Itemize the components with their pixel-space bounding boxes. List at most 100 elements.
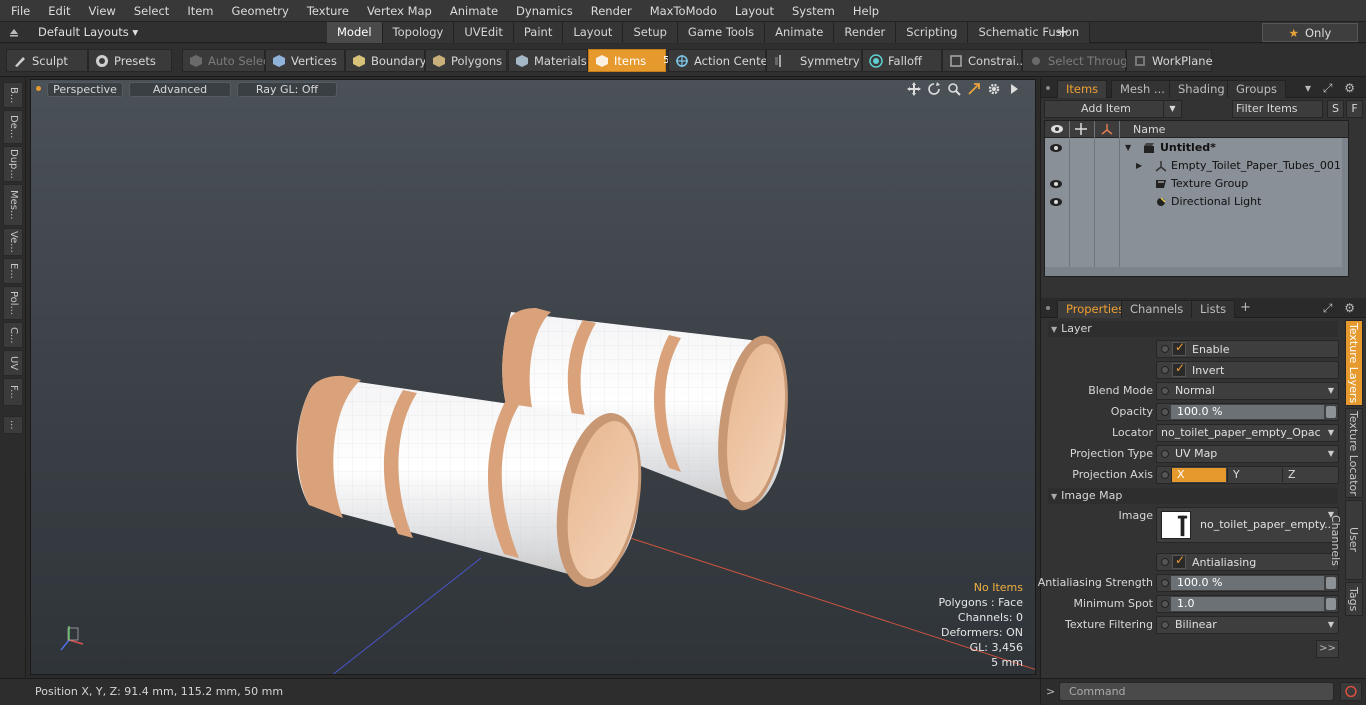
tab-items[interactable]: Items [1057, 80, 1108, 98]
left-tab-duplicate[interactable]: Dup... [3, 146, 23, 182]
3d-viewport[interactable]: Perspective Advanced Ray GL: Off No Item… [30, 79, 1036, 675]
add-item-button[interactable]: Add Item [1044, 100, 1182, 118]
more-options-button[interactable]: >> [1316, 640, 1339, 658]
symmetry-button[interactable]: Symmetry [766, 49, 862, 72]
tab-schematic-fusion[interactable]: Schematic Fusion [968, 22, 1091, 43]
image-select[interactable]: no_toilet_paper_empty... ▼ [1156, 507, 1339, 543]
left-tab-vertex[interactable]: Ve... [3, 228, 23, 256]
left-tab-fusion[interactable]: F... [3, 378, 23, 406]
slider-arrows-icon[interactable] [1326, 598, 1336, 610]
enable-checkbox[interactable]: ✓ [1172, 340, 1186, 356]
channel-dot[interactable] [1161, 600, 1169, 608]
aa-strength-slider[interactable]: 100.0 % [1156, 574, 1339, 592]
side-tab-texture-locator[interactable]: Texture Locator [1345, 408, 1363, 498]
side-tab-user-channels[interactable]: User Channels [1329, 500, 1363, 580]
filter-f-button[interactable]: F [1346, 100, 1363, 118]
vertices-button[interactable]: Vertices 1 [265, 49, 352, 72]
minimum-spot-slider[interactable]: 1.0 [1156, 595, 1339, 613]
antialiasing-checkbox[interactable]: ✓ [1172, 553, 1186, 569]
left-tab-uv[interactable]: UV [3, 350, 23, 376]
tab-shading[interactable]: Shading [1169, 80, 1234, 98]
channel-dot[interactable] [1161, 366, 1169, 374]
expand-right-icon[interactable]: ▶ [1136, 157, 1142, 175]
add-item-dropdown[interactable]: ▼ [1163, 100, 1182, 118]
tab-mesh[interactable]: Mesh ... [1111, 80, 1174, 98]
left-tab-more[interactable]: ... [3, 416, 23, 434]
locator-select[interactable]: no_toilet_paper_empty_Opacit ... ▼ [1156, 424, 1339, 442]
menu-file[interactable]: File [0, 0, 39, 22]
add-layout-tab-button[interactable]: + [1056, 22, 1069, 42]
left-tab-polygon[interactable]: Pol... [3, 286, 23, 320]
menu-help[interactable]: Help [844, 0, 888, 22]
channel-dot[interactable] [1161, 345, 1169, 353]
channel-dot[interactable] [1161, 579, 1169, 587]
item-list-vscroll[interactable] [1342, 138, 1348, 276]
image-map-section-header[interactable]: ▼ Image Map [1048, 488, 1338, 504]
projection-type-select[interactable]: UV Map ▼ [1156, 445, 1339, 463]
name-column-header[interactable]: Name [1133, 123, 1165, 136]
axis-y-button[interactable]: Y [1227, 468, 1282, 482]
slider-arrows-icon[interactable] [1326, 406, 1336, 418]
menu-layout[interactable]: Layout [726, 0, 783, 22]
tab-render[interactable]: Render [834, 22, 897, 43]
axis-x-button[interactable]: X [1171, 468, 1226, 482]
slider-arrows-icon[interactable] [1326, 577, 1336, 589]
menu-dynamics[interactable]: Dynamics [507, 0, 582, 22]
menu-view[interactable]: View [80, 0, 125, 22]
side-tab-tags[interactable]: Tags [1345, 582, 1363, 616]
item-row-mesh[interactable]: ▶ Empty_Toilet_Paper_Tubes_001 [1045, 157, 1348, 175]
menu-vertex-map[interactable]: Vertex Map [358, 0, 441, 22]
menu-maxtomodo[interactable]: MaxToModo [641, 0, 726, 22]
panel-menu-dot[interactable] [1046, 306, 1050, 310]
opacity-slider[interactable]: 100.0 % [1156, 403, 1339, 421]
menu-animate[interactable]: Animate [441, 0, 507, 22]
command-input[interactable]: Command [1059, 682, 1334, 701]
viewport-play-icon[interactable] [1007, 82, 1021, 96]
polygons-button[interactable]: Polygons [425, 49, 507, 72]
item-row-directional-light[interactable]: Directional Light [1045, 193, 1348, 211]
tab-lists[interactable]: Lists [1191, 300, 1236, 318]
raygl-button[interactable]: Ray GL: Off [237, 82, 337, 97]
tab-setup[interactable]: Setup [623, 22, 678, 43]
add-panel-tab-button[interactable]: + [1240, 300, 1251, 315]
presets-button[interactable]: Presets [88, 49, 172, 72]
select-through-button[interactable]: Select Through [1022, 49, 1135, 72]
view-mode-button[interactable]: Perspective [47, 82, 123, 97]
viewport-gear-icon[interactable] [987, 82, 1001, 96]
zoom-view-icon[interactable] [947, 82, 961, 96]
default-layouts-dropdown[interactable]: Default Layouts ▾ [38, 22, 138, 43]
channel-dot[interactable] [1161, 387, 1169, 395]
menu-texture[interactable]: Texture [298, 0, 358, 22]
visibility-eye-icon[interactable] [1049, 195, 1063, 209]
menu-select[interactable]: Select [125, 0, 178, 22]
command-history-icon[interactable]: > [1046, 685, 1055, 698]
move-view-icon[interactable] [907, 82, 921, 96]
left-tab-basic[interactable]: B... [3, 82, 23, 108]
axis-z-button[interactable]: Z [1282, 468, 1337, 482]
item-row-texture-group[interactable]: Texture Group [1045, 175, 1348, 193]
tab-topology[interactable]: Topology [382, 22, 455, 43]
visibility-eye-icon[interactable] [1049, 141, 1063, 155]
maximize-view-icon[interactable] [967, 82, 981, 96]
materials-button[interactable]: Materials [508, 49, 588, 72]
channel-dot[interactable] [1161, 621, 1169, 629]
channel-dot[interactable] [1161, 450, 1169, 458]
panel-controls[interactable]: ⤢ ⚙ [1323, 301, 1359, 316]
rotate-view-icon[interactable] [927, 82, 941, 96]
boundary-button[interactable]: Boundary [345, 49, 426, 72]
auto-select-button[interactable]: Auto Select [182, 49, 274, 72]
viewport-menu-dot[interactable] [36, 86, 41, 91]
shading-mode-button[interactable]: Advanced [129, 82, 231, 97]
left-tab-deform[interactable]: De... [3, 110, 23, 144]
expand-down-icon[interactable]: ▼ [1125, 139, 1131, 157]
menu-render[interactable]: Render [582, 0, 641, 22]
texture-filtering-select[interactable]: Bilinear ▼ [1156, 616, 1339, 634]
left-tab-mesh[interactable]: Mes... [3, 184, 23, 226]
sculpt-button[interactable]: Sculpt [6, 49, 88, 72]
invert-checkbox[interactable]: ✓ [1172, 361, 1186, 377]
tab-animate[interactable]: Animate [765, 22, 835, 43]
side-tab-texture-layers[interactable]: Texture Layers [1345, 320, 1363, 406]
tab-paint[interactable]: Paint [513, 22, 564, 43]
workplane-button[interactable]: WorkPlane [1126, 49, 1213, 72]
menu-edit[interactable]: Edit [39, 0, 79, 22]
